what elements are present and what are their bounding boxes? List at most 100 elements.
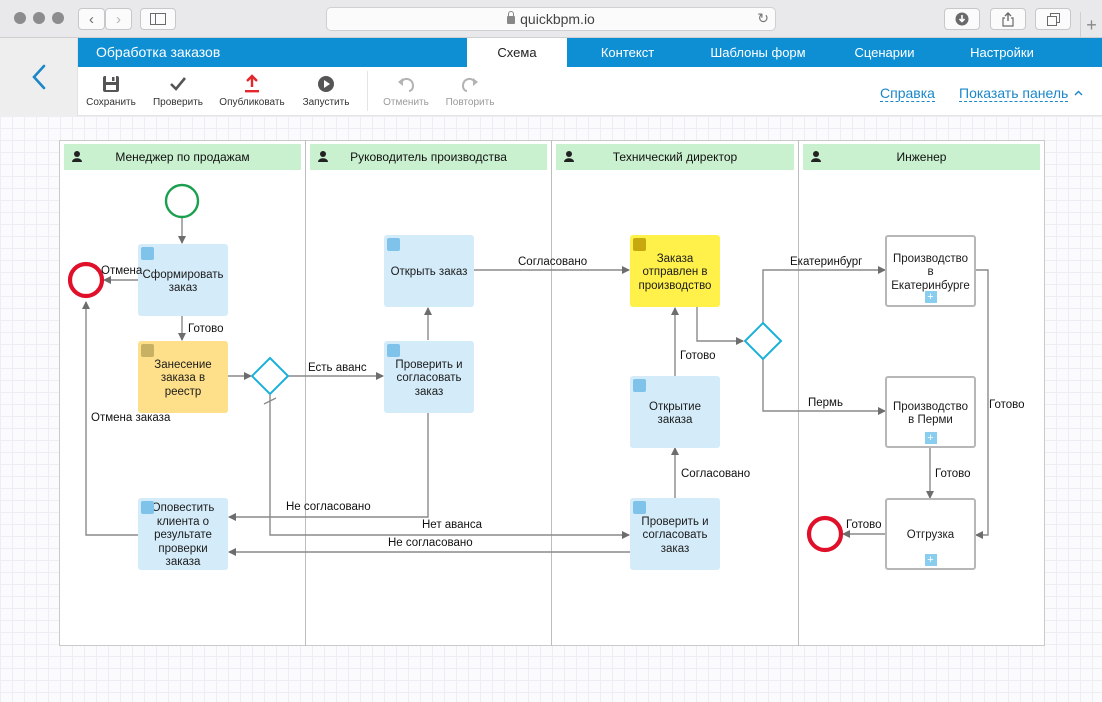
- sidebar-toggle-button[interactable]: [140, 8, 176, 30]
- lane-divider: [305, 140, 306, 646]
- run-label: Запустить: [302, 97, 350, 108]
- address-bar[interactable]: quickbpm.io ↻: [326, 7, 776, 31]
- publish-label: Опубликовать: [219, 97, 285, 108]
- editor-toolbar: Сохранить Проверить Опубликовать Запусти…: [78, 67, 1102, 116]
- expand-plus-icon[interactable]: +: [924, 554, 937, 566]
- lane-header-engineer[interactable]: Инженер: [803, 144, 1040, 170]
- task-check-agree-order-2[interactable]: Проверить и согласовать заказ: [630, 498, 720, 570]
- lane-title: Руководитель производства: [350, 150, 507, 164]
- main-tabs: Схема Контекст Шаблоны форм Сценарии Нас…: [467, 38, 1063, 67]
- tab-settings[interactable]: Настройки: [941, 38, 1063, 67]
- browser-back-button[interactable]: ‹: [78, 8, 105, 30]
- downloads-button[interactable]: [944, 8, 980, 30]
- expand-plus-icon[interactable]: +: [924, 432, 937, 444]
- app-header: Обработка заказов Схема Контекст Шаблоны…: [78, 38, 1102, 67]
- task-open-order[interactable]: Открыть заказ: [384, 235, 474, 307]
- undo-button[interactable]: Отменить: [378, 73, 434, 108]
- lane-header-production-head[interactable]: Руководитель производства: [310, 144, 547, 170]
- browser-forward-button[interactable]: ›: [105, 8, 132, 30]
- run-button[interactable]: Запустить: [298, 73, 354, 108]
- subprocess-production-perm[interactable]: Производство в Перми +: [885, 376, 976, 448]
- tab-schema[interactable]: Схема: [467, 38, 567, 67]
- user-icon: [72, 151, 82, 162]
- lane-title: Технический директор: [612, 150, 738, 164]
- show-panel-link[interactable]: Показать панель: [959, 85, 1069, 102]
- flow-label: Нет аванса: [422, 519, 483, 531]
- tabs-icon: [1046, 12, 1060, 26]
- task-label: Заказа отправлен в производство: [638, 252, 712, 292]
- flow-label: Есть аванс: [308, 362, 367, 374]
- user-icon: [811, 151, 821, 162]
- redo-button[interactable]: Повторить: [440, 73, 500, 108]
- floppy-disk-icon: [103, 76, 119, 92]
- subprocess-shipment[interactable]: Отгрузка +: [885, 498, 976, 570]
- app-back-button[interactable]: [0, 38, 78, 116]
- toolbar-separator: [367, 71, 368, 111]
- task-form-order[interactable]: Сформировать заказ: [138, 244, 228, 316]
- task-register-order[interactable]: Занесение заказа в реестр: [138, 341, 228, 413]
- user-icon: [564, 151, 574, 162]
- help-link[interactable]: Справка: [880, 85, 935, 102]
- task-label: Производство в Екатеринбурге: [891, 252, 970, 292]
- task-label: Оповестить клиента о результате проверки…: [151, 502, 215, 569]
- minimize-window-button[interactable]: [33, 12, 45, 24]
- flow-label: Согласовано: [518, 256, 588, 268]
- flow-label: Не согласовано: [286, 501, 371, 513]
- redo-icon: [461, 77, 478, 92]
- flow-label: Отмена: [101, 265, 143, 277]
- task-label: Производство в Перми: [893, 400, 968, 427]
- chevron-up-icon[interactable]: [1074, 90, 1083, 96]
- flow-label: Согласовано: [681, 468, 751, 480]
- task-label: Отгрузка: [906, 529, 955, 542]
- sidebar-icon: [150, 13, 166, 25]
- task-label: Занесение заказа в реестр: [154, 358, 212, 398]
- lock-icon: [507, 11, 516, 24]
- play-icon: [318, 76, 334, 92]
- browser-toolbar: ‹ › quickbpm.io ↻ +: [0, 0, 1102, 38]
- tab-context[interactable]: Контекст: [567, 38, 688, 67]
- save-button[interactable]: Сохранить: [84, 73, 138, 108]
- new-tab-button[interactable]: +: [1080, 12, 1102, 38]
- zoom-window-button[interactable]: [52, 12, 64, 24]
- lane-header-sales-manager[interactable]: Менеджер по продажам: [64, 144, 301, 170]
- task-check-agree-order[interactable]: Проверить и согласовать заказ: [384, 341, 474, 413]
- lane-title: Инженер: [896, 150, 947, 164]
- publish-button[interactable]: Опубликовать: [216, 73, 288, 108]
- user-icon: [318, 151, 328, 162]
- task-opening-order[interactable]: Открытие заказа: [630, 376, 720, 448]
- lane-header-technical-director[interactable]: Технический директор: [556, 144, 794, 170]
- flow-label: Екатеринбург: [790, 256, 863, 268]
- lane-divider: [798, 140, 799, 646]
- user-task-icon: [141, 501, 154, 514]
- save-label: Сохранить: [86, 97, 136, 108]
- user-task-icon: [387, 238, 400, 251]
- subprocess-production-ekb[interactable]: Производство в Екатеринбурге +: [885, 235, 976, 307]
- task-order-sent[interactable]: Заказа отправлен в производство: [630, 235, 720, 307]
- flow-label: Готово: [680, 350, 716, 362]
- lane-divider: [551, 140, 552, 646]
- chevron-left-icon: [31, 64, 45, 90]
- reload-icon[interactable]: ↻: [757, 10, 769, 27]
- task-label: Открыть заказ: [390, 266, 468, 279]
- check-button[interactable]: Проверить: [148, 73, 208, 108]
- undo-icon: [398, 77, 415, 92]
- tab-scenarios[interactable]: Сценарии: [828, 38, 941, 67]
- user-task-icon: [633, 379, 646, 392]
- tab-form-templates[interactable]: Шаблоны форм: [688, 38, 828, 67]
- flow-label: Отмена заказа: [91, 412, 171, 424]
- user-task-icon: [387, 344, 400, 357]
- chevron-left-icon: ‹: [89, 10, 94, 28]
- user-task-icon: [633, 501, 646, 514]
- undo-label: Отменить: [383, 97, 429, 108]
- checkmark-icon: [170, 77, 187, 91]
- tabs-overview-button[interactable]: [1035, 8, 1071, 30]
- share-button[interactable]: [990, 8, 1026, 30]
- task-label: Открытие заказа: [649, 400, 701, 427]
- warning-task-icon: [633, 238, 646, 251]
- flow-label: Готово: [935, 468, 971, 480]
- close-window-button[interactable]: [14, 12, 26, 24]
- expand-plus-icon[interactable]: +: [924, 291, 937, 303]
- task-notify-client[interactable]: Оповестить клиента о результате проверки…: [138, 498, 228, 570]
- task-label: Проверить и согласовать заказ: [641, 515, 709, 555]
- flow-label: Готово: [989, 399, 1025, 411]
